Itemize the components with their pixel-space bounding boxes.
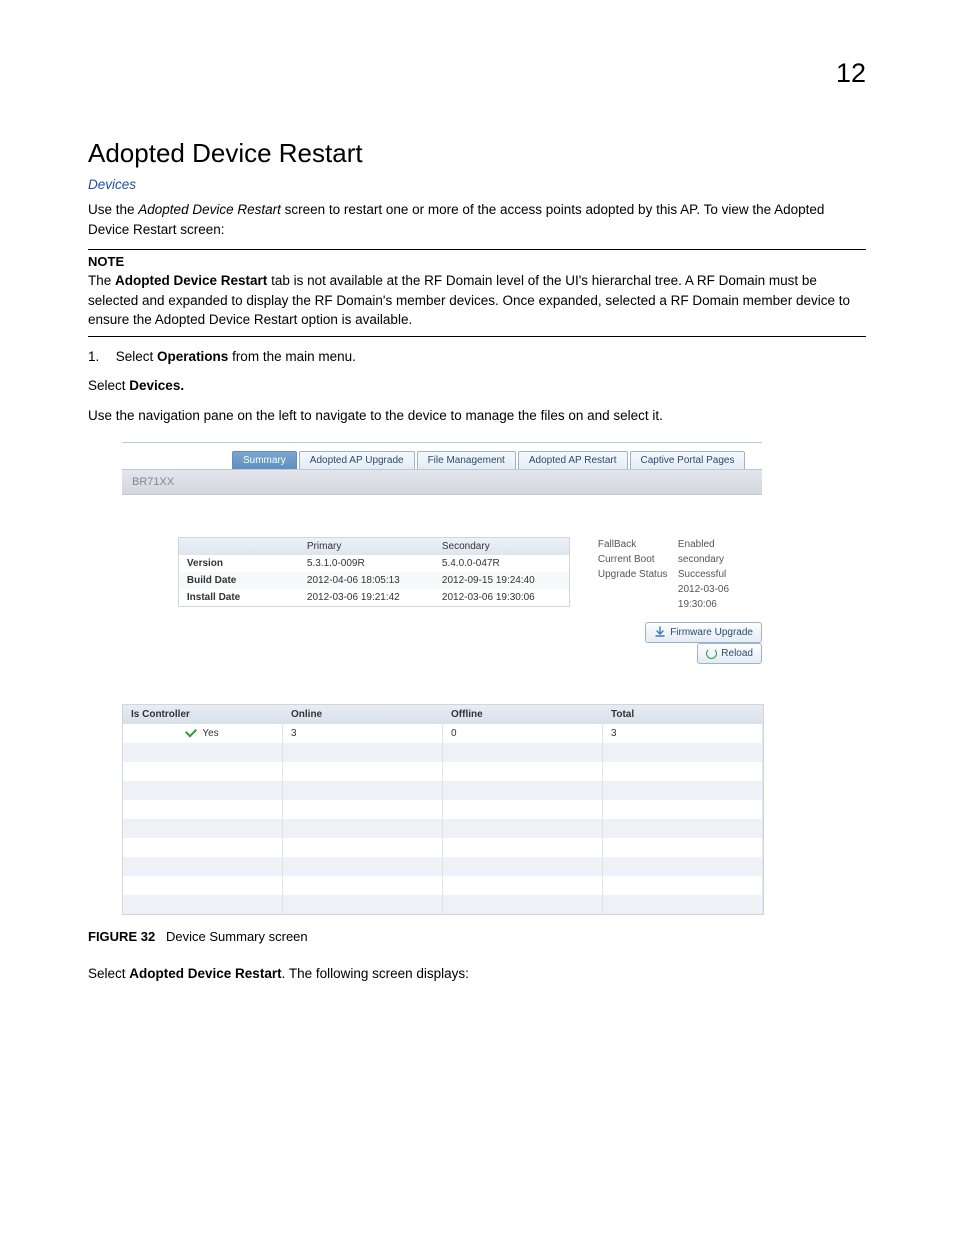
table-row [123,800,763,819]
intro-a: Use the [88,202,138,217]
tab-strip: Summary Adopted AP Upgrade File Manageme… [232,451,762,469]
step-2: Select Devices. [88,376,866,396]
tab-summary[interactable]: Summary [232,451,297,469]
download-icon [654,626,666,638]
table-row [123,819,763,838]
grid-head-offline[interactable]: Offline [443,705,603,724]
figure-top-rule [122,442,762,443]
tab-file-management[interactable]: File Management [417,451,516,469]
status-upgrade-value: Successful [678,567,762,582]
vt-secondary-install: 2012-03-06 19:30:06 [434,589,569,606]
page-number: 12 [836,58,866,89]
step-1-num: 1. [88,347,112,367]
note-label: NOTE [88,254,866,269]
step-1: 1. Select Operations from the main menu. [88,347,866,367]
reload-icon [706,648,717,659]
tab-captive-portal-pages[interactable]: Captive Portal Pages [630,451,746,469]
step-3: Use the navigation pane on the left to n… [88,406,866,426]
check-icon [185,725,197,737]
vt-primary-version: 5.3.1.0-009R [299,555,434,572]
table-row [123,857,763,876]
grid-cell-offline: 0 [443,724,603,743]
breadcrumb[interactable]: Devices [88,177,866,192]
vt-primary-build: 2012-04-06 18:05:13 [299,572,434,589]
grid-cell-is-controller: Yes [123,724,283,743]
grid-yes-label: Yes [202,728,218,739]
note-body: The Adopted Device Restart tab is not av… [88,271,866,330]
version-table: Primary Secondary Version 5.3.1.0-009R 5… [178,537,570,607]
status-current-boot-value: secondary [678,552,762,567]
table-row: Yes 3 0 3 [123,724,763,743]
figure-32: Summary Adopted AP Upgrade File Manageme… [122,442,866,916]
status-upgrade-label: Upgrade Status [598,567,678,582]
reload-label: Reload [721,646,753,661]
note-b: Adopted Device Restart [115,273,267,288]
grid-head-total[interactable]: Total [603,705,763,724]
step-1-b: Operations [157,349,228,364]
grid-head-online[interactable]: Online [283,705,443,724]
vt-secondary-version: 5.4.0.0-047R [434,555,569,572]
vt-row-install-label: Install Date [179,589,299,606]
reload-button[interactable]: Reload [697,643,762,664]
table-row [123,781,763,800]
vt-secondary-build: 2012-09-15 19:24:40 [434,572,569,589]
step-2-a: Select [88,378,129,393]
final-a: Select [88,966,129,981]
step-1-a: Select [116,349,157,364]
grid-head-is-controller[interactable]: Is Controller [123,705,283,724]
vt-head-secondary: Secondary [434,538,569,555]
table-row [123,743,763,762]
vt-row-build-label: Build Date [179,572,299,589]
tab-adopted-ap-restart[interactable]: Adopted AP Restart [518,451,628,469]
step-1-c: from the main menu. [228,349,356,364]
table-row [123,762,763,781]
tab-adopted-ap-upgrade[interactable]: Adopted AP Upgrade [299,451,415,469]
vt-blank-header [179,538,299,555]
section-title: Adopted Device Restart [88,138,866,169]
figure-caption: FIGURE 32 Device Summary screen [88,929,866,944]
grid-cell-online: 3 [283,724,443,743]
note-rule-top [88,249,866,250]
firmware-upgrade-button[interactable]: Firmware Upgrade [645,622,762,643]
final-c: . The following screen displays: [282,966,469,981]
note-rule-bottom [88,336,866,337]
status-current-boot-label: Current Boot [598,552,678,567]
figure-caption-label: FIGURE 32 [88,929,155,944]
vt-head-primary: Primary [299,538,434,555]
final-b: Adopted Device Restart [129,966,281,981]
grid-cell-total: 3 [603,724,763,743]
intro-paragraph: Use the Adopted Device Restart screen to… [88,200,866,239]
status-upgrade-ts-blank [598,582,678,612]
step-2-b: Devices. [129,378,184,393]
device-band: BR71XX [122,469,762,495]
final-step: Select Adopted Device Restart. The follo… [88,964,866,984]
intro-b: Adopted Device Restart [138,202,281,217]
status-fallback-value: Enabled [678,537,762,552]
vt-primary-install: 2012-03-06 19:21:42 [299,589,434,606]
firmware-upgrade-label: Firmware Upgrade [670,625,753,640]
vt-row-version-label: Version [179,555,299,572]
status-pane: FallBack Enabled Current Boot secondary … [598,537,762,665]
status-grid: Is Controller Online Offline Total Yes 3… [122,704,764,915]
table-row [123,876,763,895]
status-fallback-label: FallBack [598,537,678,552]
figure-caption-text: Device Summary screen [166,929,308,944]
status-upgrade-timestamp: 2012-03-06 19:30:06 [678,582,762,612]
table-row [123,838,763,857]
note-a: The [88,273,115,288]
table-row [123,895,763,914]
